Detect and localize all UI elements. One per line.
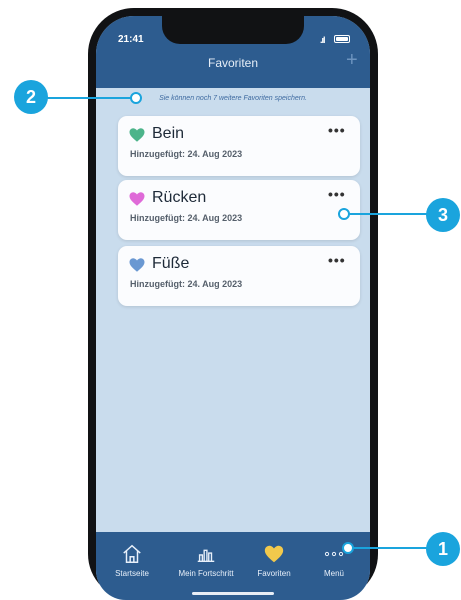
heart-icon [129, 258, 145, 272]
phone-notch [162, 16, 304, 44]
heart-icon [129, 192, 145, 206]
callout-1-badge: 1 [426, 532, 460, 566]
favorite-name: Füße [152, 255, 190, 272]
nav-label: Startseite [115, 569, 149, 578]
callout-1-leader [350, 547, 434, 549]
callout-2-leader [40, 97, 134, 99]
favorite-card[interactable]: Rücken Hinzugefügt: 24. Aug 2023 ••• [118, 180, 360, 240]
home-icon [123, 544, 141, 563]
page-title: Favoriten [207, 56, 259, 70]
heart-icon [264, 545, 284, 563]
callout-3-leader [344, 213, 434, 215]
nav-item-home[interactable]: Startseite [96, 542, 172, 578]
callout-2-anchor [130, 92, 142, 104]
favorite-name: Rücken [152, 189, 207, 206]
favorite-card[interactable]: Füße Hinzugefügt: 24. Aug 2023 ••• [118, 246, 360, 306]
more-options-button[interactable]: ••• [328, 122, 346, 138]
favorite-added-date: Hinzugefügt: 24. Aug 2023 [130, 213, 243, 223]
more-options-button[interactable]: ••• [328, 186, 346, 202]
callout-2-badge: 2 [14, 80, 48, 114]
bar-chart-icon [197, 549, 215, 563]
nav-label: Menü [323, 569, 344, 578]
more-options-button[interactable]: ••• [328, 252, 346, 268]
add-favorite-button[interactable]: + [346, 50, 358, 70]
header-bar: 21:41 .ıl Favoriten + [96, 16, 370, 88]
favorite-name: Bein [152, 125, 185, 142]
callout-1-anchor [342, 542, 354, 554]
status-time: 21:41 [118, 34, 144, 45]
favorite-card[interactable]: Bein Hinzugefügt: 24. Aug 2023 ••• [118, 116, 360, 176]
home-indicator [192, 592, 274, 595]
bottom-nav-bar: Startseite Mein Fortschritt Favoriten Me… [96, 532, 370, 600]
callout-3-badge: 3 [426, 198, 460, 232]
signal-icon: .ıl [320, 35, 325, 45]
callout-3-anchor [338, 208, 350, 220]
heart-icon [129, 128, 145, 142]
favorite-added-date: Hinzugefügt: 24. Aug 2023 [130, 149, 243, 159]
battery-icon [334, 35, 350, 43]
favorite-added-date: Hinzugefügt: 24. Aug 2023 [130, 279, 243, 289]
